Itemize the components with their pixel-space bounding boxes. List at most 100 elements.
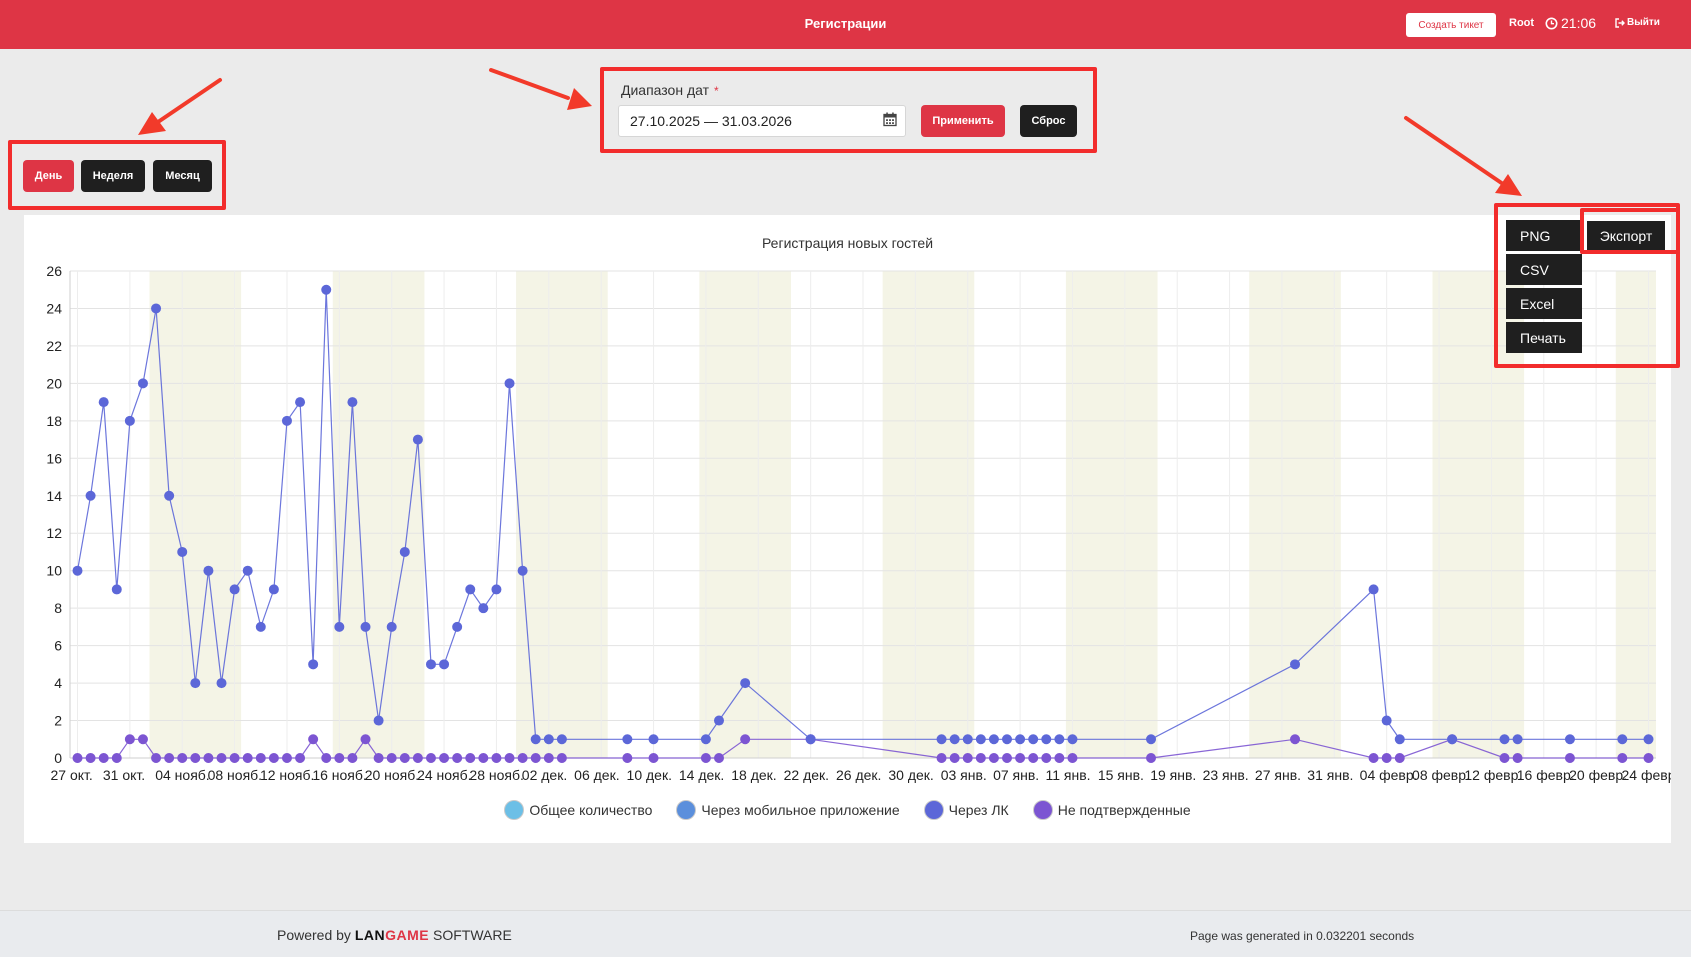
data-point	[1499, 734, 1510, 745]
data-point	[1643, 753, 1654, 763]
data-point	[399, 753, 410, 763]
brand-suffix: SOFTWARE	[433, 927, 512, 943]
week-band	[1249, 271, 1341, 758]
create-ticket-button[interactable]: Создать тикет	[1406, 13, 1496, 37]
legend-item-unconfirmed[interactable]: Не подтвержденные	[1032, 800, 1191, 820]
data-point	[988, 734, 999, 745]
x-tick-label: 15 янв.	[1098, 767, 1144, 783]
data-point	[1041, 753, 1052, 763]
y-tick-label: 16	[46, 450, 62, 466]
legend-swatch-total	[504, 800, 525, 820]
x-tick-label: 22 дек.	[784, 767, 829, 783]
x-tick-label: 04 февр.	[1360, 767, 1418, 783]
data-point	[1447, 734, 1458, 745]
legend-item-mobile-app[interactable]: Через мобильное приложение	[676, 800, 900, 820]
data-point	[1499, 753, 1510, 763]
data-point	[504, 378, 515, 389]
data-point	[1381, 715, 1392, 726]
data-point	[452, 621, 463, 632]
x-tick-label: 16 февр.	[1517, 767, 1575, 783]
data-point	[1028, 753, 1039, 763]
week-band	[332, 271, 425, 758]
legend-label-personal-account: Через ЛК	[948, 802, 1009, 818]
footer-powered-by: Powered by LANGAME SOFTWARE	[277, 927, 512, 943]
data-point	[936, 753, 947, 763]
data-point	[1054, 734, 1065, 745]
x-tick-label: 10 дек.	[627, 767, 672, 783]
data-point	[988, 753, 999, 763]
legend-item-total[interactable]: Общее количество	[504, 800, 652, 820]
brand-logo[interactable]: LANGAME	[355, 927, 429, 943]
data-point	[936, 734, 947, 745]
data-point	[334, 753, 345, 763]
x-tick-label: 24 февр.	[1622, 767, 1672, 783]
week-band	[516, 271, 608, 758]
data-point	[151, 753, 162, 763]
legend-label-unconfirmed: Не подтвержденные	[1057, 802, 1191, 818]
x-tick-label: 04 нояб.	[155, 767, 209, 783]
user-name[interactable]: Root	[1509, 17, 1534, 29]
logout-icon	[1615, 17, 1625, 28]
data-point	[452, 753, 463, 763]
data-point	[255, 621, 266, 632]
data-point	[1015, 734, 1026, 745]
x-tick-label: 08 февр.	[1412, 767, 1470, 783]
clock-icon	[1545, 17, 1558, 29]
x-tick-label: 14 дек.	[679, 767, 724, 783]
data-point	[425, 753, 436, 763]
data-point	[1394, 734, 1405, 745]
data-point	[164, 490, 175, 501]
data-point	[949, 734, 960, 745]
data-point	[412, 753, 423, 763]
logout-link[interactable]: Выйти	[1615, 17, 1660, 28]
data-point	[439, 659, 450, 670]
data-point	[386, 621, 397, 632]
data-point	[177, 546, 188, 557]
data-point	[504, 753, 515, 763]
data-point	[1617, 734, 1628, 745]
data-point	[1028, 734, 1039, 745]
data-point	[949, 753, 960, 763]
arrow-to-date-range	[489, 68, 592, 110]
data-point	[1368, 584, 1379, 595]
data-point	[268, 584, 279, 595]
data-point	[1146, 734, 1157, 745]
data-point	[543, 734, 554, 745]
legend-item-personal-account[interactable]: Через ЛК	[923, 800, 1009, 820]
x-tick-label: 16 нояб.	[312, 767, 366, 783]
y-tick-label: 4	[54, 675, 62, 691]
data-point	[517, 753, 528, 763]
data-point	[622, 734, 633, 745]
data-point	[98, 753, 109, 763]
data-point	[700, 734, 711, 745]
data-point	[98, 397, 109, 408]
data-point	[1512, 734, 1523, 745]
data-point	[242, 753, 253, 763]
highlight-export-button	[1580, 208, 1680, 254]
data-point	[1512, 753, 1523, 763]
data-point	[491, 584, 502, 595]
arrow-to-period-buttons	[138, 78, 222, 135]
x-tick-label: 30 дек.	[888, 767, 933, 783]
top-bar: Регистрации Создать тикет Root 21:06 Вый…	[0, 0, 1691, 49]
x-tick-label: 26 дек.	[836, 767, 881, 783]
data-point	[465, 753, 476, 763]
chart-panel: Регистрация новых гостей 0 2 4 6 8 10 12 14 16 18…	[24, 215, 1671, 843]
arrow-to-export-menu	[1404, 116, 1522, 196]
week-band	[882, 271, 975, 758]
data-point	[190, 753, 201, 763]
data-point	[478, 753, 489, 763]
data-point	[700, 753, 711, 763]
y-tick-label: 14	[46, 488, 62, 504]
y-tick-label: 22	[46, 338, 62, 354]
data-point	[190, 678, 201, 689]
data-point	[386, 753, 397, 763]
legend-label-total: Общее количество	[529, 802, 653, 818]
x-tick-label: 31 янв.	[1307, 767, 1353, 783]
x-tick-label: 11 янв.	[1045, 767, 1090, 783]
data-point	[1015, 753, 1026, 763]
x-tick-label: 12 нояб.	[260, 767, 314, 783]
highlight-period-buttons	[8, 140, 226, 210]
logout-label: Выйти	[1627, 17, 1660, 28]
y-tick-label: 26	[46, 263, 62, 279]
